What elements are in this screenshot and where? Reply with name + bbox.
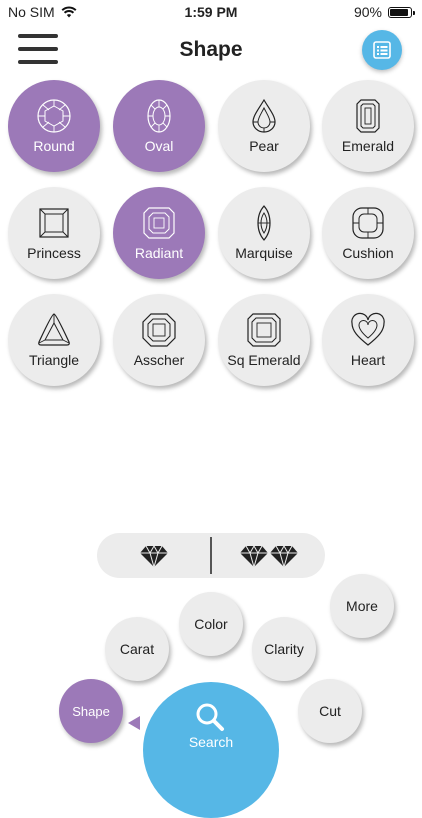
shape-sq-emerald[interactable]: Sq Emerald	[218, 294, 310, 386]
shape-pear[interactable]: Pear	[218, 80, 310, 172]
shape-menu-button[interactable]: Shape	[59, 679, 123, 743]
shape-label: Triangle	[28, 352, 80, 368]
shape-asscher[interactable]: Asscher	[113, 294, 205, 386]
more-button[interactable]: More	[330, 574, 394, 638]
shape-princess[interactable]: Princess	[8, 187, 100, 279]
shape-label: Heart	[350, 352, 386, 368]
battery-icon	[388, 6, 415, 18]
shape-round[interactable]: Round	[8, 80, 100, 172]
pair-stone-option[interactable]	[212, 533, 325, 578]
shape-label: Pear	[249, 138, 279, 154]
clarity-label: Clarity	[264, 641, 304, 657]
shape-label: Emerald	[341, 138, 395, 154]
oval-diamond-icon	[147, 99, 171, 133]
search-icon	[196, 703, 224, 731]
shape-label: Radiant	[134, 245, 184, 261]
clarity-button[interactable]: Clarity	[252, 617, 316, 681]
search-label: Search	[188, 734, 234, 750]
list-view-button[interactable]	[362, 30, 402, 70]
radiant-diamond-icon	[143, 207, 175, 239]
shape-cushion[interactable]: Cushion	[322, 187, 414, 279]
single-stone-option[interactable]	[97, 533, 210, 578]
battery-percent: 90%	[353, 4, 382, 20]
color-label: Color	[194, 616, 228, 632]
stone-count-toggle	[97, 533, 325, 578]
shape-label: Oval	[144, 138, 174, 154]
shape-label: Cushion	[342, 245, 394, 261]
marquise-diamond-icon	[257, 205, 271, 241]
shape-label: Princess	[27, 245, 81, 261]
round-diamond-icon	[37, 99, 71, 133]
shape-label: Marquise	[235, 245, 293, 261]
emerald-diamond-icon	[356, 99, 380, 133]
shape-label: Round	[33, 138, 75, 154]
cut-label: Cut	[319, 703, 341, 719]
heart-diamond-icon	[351, 312, 385, 346]
cushion-diamond-icon	[352, 207, 384, 239]
color-button[interactable]: Color	[179, 592, 243, 656]
shape-triangle[interactable]: Triangle	[8, 294, 100, 386]
list-icon	[373, 41, 391, 59]
pear-diamond-icon	[252, 98, 276, 133]
shape-oval[interactable]: Oval	[113, 80, 205, 172]
sq-emerald-diamond-icon	[247, 313, 281, 347]
shape-menu-label: Shape	[72, 703, 110, 719]
more-label: More	[346, 598, 378, 614]
triangle-diamond-icon	[38, 313, 70, 346]
carat-label: Carat	[119, 641, 155, 657]
asscher-diamond-icon	[142, 313, 176, 347]
search-button[interactable]: Search	[143, 682, 279, 818]
shape-radiant[interactable]: Radiant	[113, 187, 205, 279]
shape-emerald[interactable]: Emerald	[322, 80, 414, 172]
shape-heart[interactable]: Heart	[322, 294, 414, 386]
page-title: Shape	[179, 38, 243, 61]
carat-button[interactable]: Carat	[105, 617, 169, 681]
shape-label: Sq Emerald	[227, 352, 301, 368]
cut-button[interactable]: Cut	[298, 679, 362, 743]
active-pointer	[128, 716, 140, 730]
status-bar: No SIM 1:59 PM 90%	[0, 0, 422, 24]
diamond-icon	[139, 544, 168, 568]
shape-marquise[interactable]: Marquise	[218, 187, 310, 279]
nav-bar: Shape	[0, 28, 422, 72]
diamond-pair-icon	[239, 544, 298, 568]
status-right: 90%	[353, 4, 415, 20]
princess-diamond-icon	[39, 208, 69, 238]
shape-label: Asscher	[133, 352, 185, 368]
